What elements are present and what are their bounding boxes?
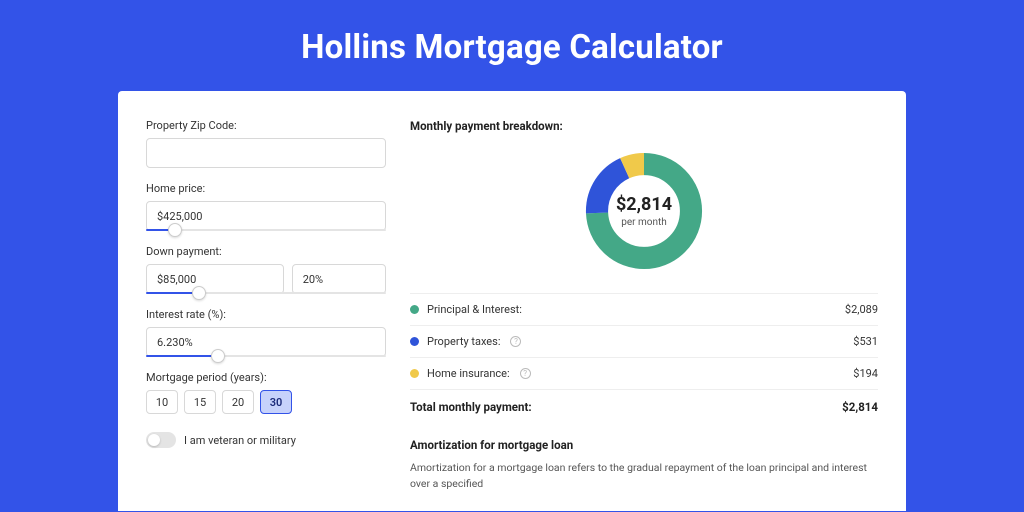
period-button-group: 10 15 20 30 bbox=[146, 390, 386, 414]
legend-label: Home insurance: bbox=[427, 367, 510, 380]
total-label: Total monthly payment: bbox=[410, 400, 532, 414]
legend-label: Principal & Interest: bbox=[427, 303, 522, 316]
breakdown-title: Monthly payment breakdown: bbox=[410, 119, 878, 133]
slider-thumb-icon[interactable] bbox=[168, 223, 182, 237]
zip-label: Property Zip Code: bbox=[146, 119, 386, 132]
slider-thumb-icon[interactable] bbox=[211, 349, 225, 363]
info-icon[interactable]: ? bbox=[520, 368, 531, 379]
down-payment-label: Down payment: bbox=[146, 245, 386, 258]
calculator-card: Property Zip Code: Home price: Down paym… bbox=[118, 91, 906, 511]
info-icon[interactable]: ? bbox=[510, 336, 521, 347]
legend-value: $531 bbox=[853, 335, 878, 348]
breakdown-column: Monthly payment breakdown: $2,814 per mo… bbox=[410, 119, 878, 511]
veteran-label: I am veteran or military bbox=[184, 434, 296, 447]
down-payment-pct-input[interactable] bbox=[292, 264, 386, 294]
legend-label: Property taxes: bbox=[427, 335, 500, 348]
period-field: Mortgage period (years): 10 15 20 30 bbox=[146, 371, 386, 414]
period-button-10[interactable]: 10 bbox=[146, 390, 178, 414]
legend-dot-icon bbox=[410, 369, 419, 378]
zip-input[interactable] bbox=[146, 138, 386, 168]
total-row: Total monthly payment: $2,814 bbox=[410, 390, 878, 428]
legend-row-principal: Principal & Interest: $2,089 bbox=[410, 294, 878, 325]
amortization-text: Amortization for a mortgage loan refers … bbox=[410, 460, 878, 492]
period-button-20[interactable]: 20 bbox=[222, 390, 254, 414]
amortization-title: Amortization for mortgage loan bbox=[410, 438, 878, 452]
interest-rate-slider[interactable] bbox=[146, 355, 386, 357]
legend-row-taxes: Property taxes: ? $531 bbox=[410, 326, 878, 357]
legend-dot-icon bbox=[410, 305, 419, 314]
legend-row-insurance: Home insurance: ? $194 bbox=[410, 358, 878, 389]
donut-amount: $2,814 bbox=[616, 194, 672, 215]
period-button-15[interactable]: 15 bbox=[184, 390, 216, 414]
donut-chart-container: $2,814 per month bbox=[410, 145, 878, 293]
home-price-slider[interactable] bbox=[146, 229, 386, 231]
donut-chart: $2,814 per month bbox=[582, 149, 706, 273]
page-title: Hollins Mortgage Calculator bbox=[0, 0, 1024, 91]
period-button-30[interactable]: 30 bbox=[260, 390, 292, 414]
legend-value: $194 bbox=[853, 367, 878, 380]
veteran-row: I am veteran or military bbox=[146, 432, 386, 448]
donut-sub: per month bbox=[616, 217, 672, 228]
slider-thumb-icon[interactable] bbox=[192, 286, 206, 300]
amortization-section: Amortization for mortgage loan Amortizat… bbox=[410, 438, 878, 492]
home-price-field: Home price: bbox=[146, 182, 386, 231]
home-price-input[interactable] bbox=[146, 201, 386, 231]
down-payment-slider[interactable] bbox=[146, 292, 386, 294]
interest-rate-input[interactable] bbox=[146, 327, 386, 357]
down-payment-input[interactable] bbox=[146, 264, 284, 294]
zip-field: Property Zip Code: bbox=[146, 119, 386, 168]
legend-value: $2,089 bbox=[845, 303, 878, 316]
interest-rate-field: Interest rate (%): bbox=[146, 308, 386, 357]
down-payment-field: Down payment: bbox=[146, 245, 386, 294]
form-column: Property Zip Code: Home price: Down paym… bbox=[146, 119, 386, 511]
veteran-toggle[interactable] bbox=[146, 432, 176, 448]
interest-rate-label: Interest rate (%): bbox=[146, 308, 386, 321]
period-label: Mortgage period (years): bbox=[146, 371, 386, 384]
legend-dot-icon bbox=[410, 337, 419, 346]
home-price-label: Home price: bbox=[146, 182, 386, 195]
donut-center: $2,814 per month bbox=[616, 194, 672, 228]
total-value: $2,814 bbox=[842, 400, 878, 414]
